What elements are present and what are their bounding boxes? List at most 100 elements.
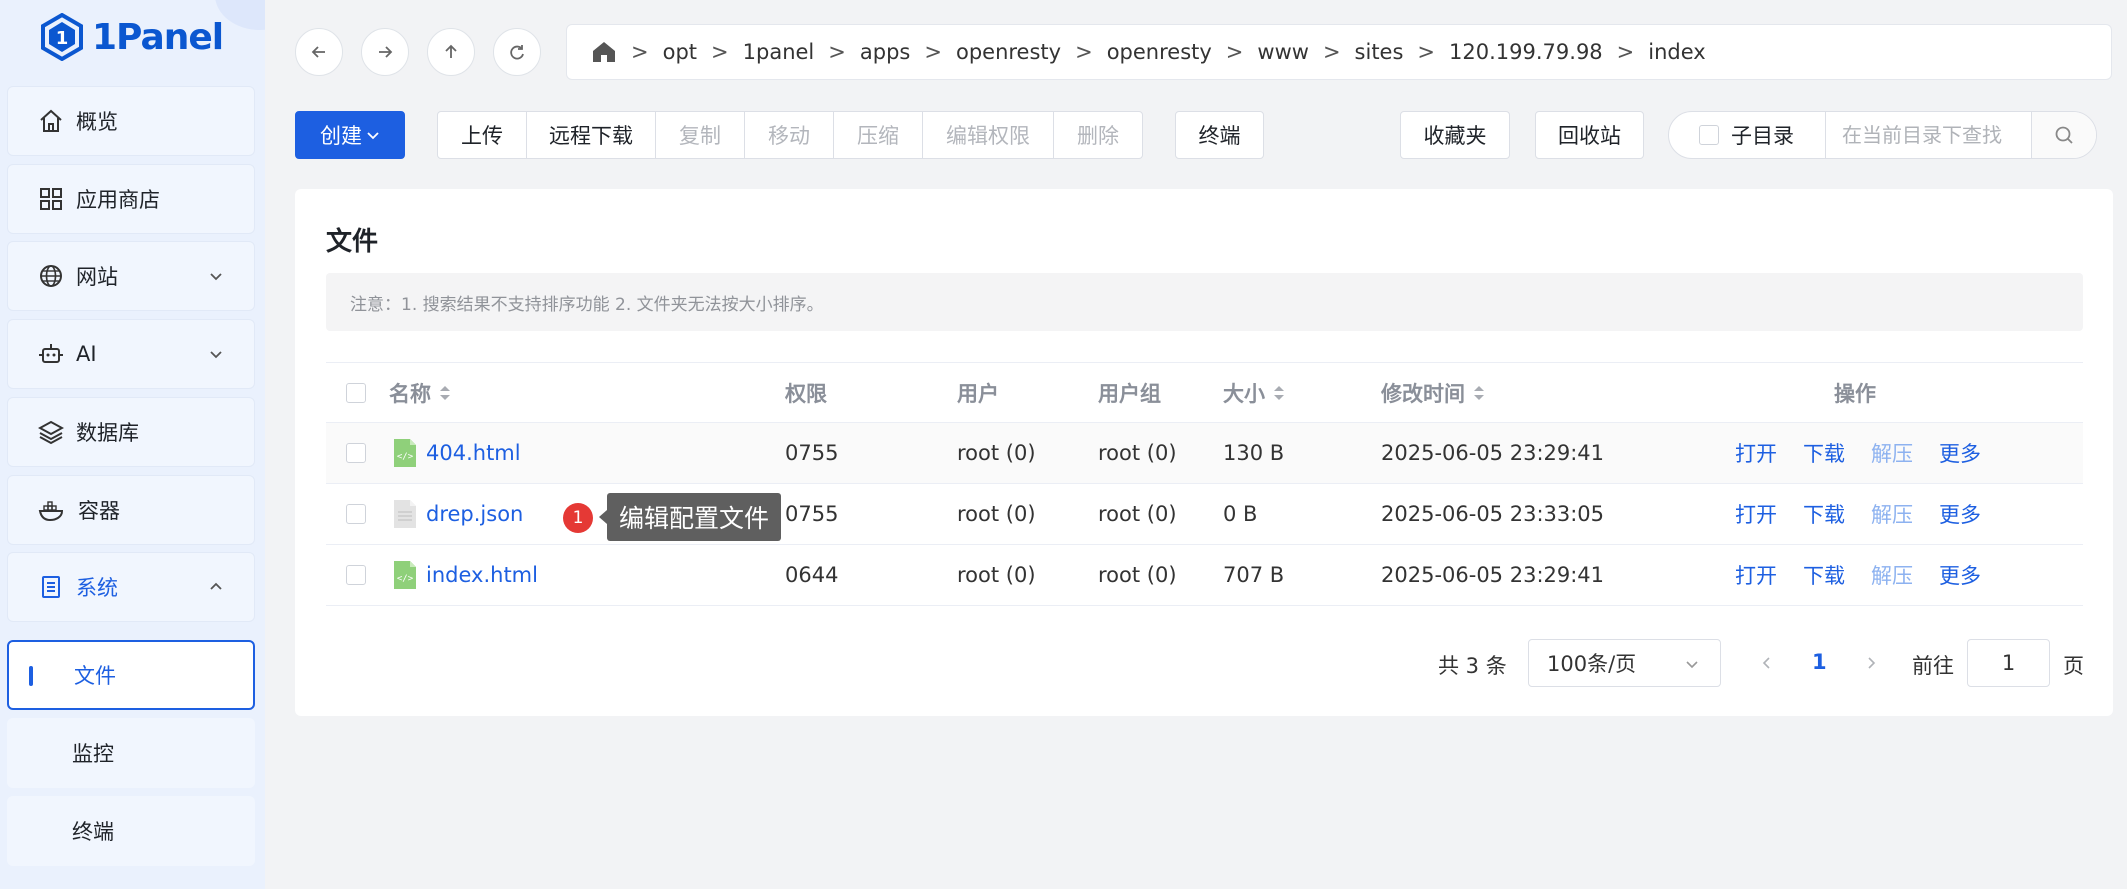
file-user[interactable]: root (0) — [957, 484, 1036, 544]
sidebar-item-label: 监控 — [72, 742, 114, 766]
more-action[interactable]: 更多 — [1939, 499, 1981, 529]
selected-indicator — [29, 666, 33, 686]
subdirectory-checkbox[interactable] — [1699, 125, 1719, 145]
sidebar-item-label: 终端 — [72, 820, 114, 844]
file-group[interactable]: root (0) — [1098, 423, 1177, 483]
sidebar-item-website[interactable]: 网站 — [7, 241, 255, 311]
sidebar-item-container[interactable]: 容器 — [7, 475, 255, 545]
svg-text:</>: </> — [397, 452, 414, 462]
sidebar-item-overview[interactable]: 概览 — [7, 86, 255, 156]
breadcrumb-item[interactable]: apps — [860, 40, 910, 64]
file-name-link[interactable]: 404.html — [426, 441, 521, 465]
edit-permission-button[interactable]: 编辑权限 — [922, 111, 1054, 159]
page-size-select[interactable]: 100条/页 — [1528, 639, 1721, 687]
sidebar-item-app-store[interactable]: 应用商店 — [7, 164, 255, 234]
row-checkbox[interactable] — [346, 504, 366, 524]
breadcrumb-item[interactable]: index — [1648, 40, 1705, 64]
column-label: 大小 — [1223, 381, 1265, 406]
extract-action[interactable]: 解压 — [1871, 560, 1913, 590]
recycle-bin-button[interactable]: 回收站 — [1535, 111, 1644, 159]
goto-page-input[interactable] — [1967, 639, 2050, 687]
breadcrumb-item[interactable]: 120.199.79.98 — [1449, 40, 1603, 64]
column-mtime[interactable]: 修改时间 — [1381, 363, 1485, 422]
download-action[interactable]: 下载 — [1803, 438, 1845, 468]
more-action[interactable]: 更多 — [1939, 438, 1981, 468]
file-name-link[interactable]: index.html — [426, 563, 538, 587]
breadcrumb-item[interactable]: www — [1257, 40, 1309, 64]
breadcrumb-item[interactable]: openresty — [956, 40, 1061, 64]
row-checkbox[interactable] — [346, 443, 366, 463]
forward-button[interactable] — [361, 28, 409, 76]
column-name[interactable]: 名称 — [389, 363, 451, 422]
back-button[interactable] — [295, 28, 343, 76]
current-page[interactable]: 1 — [1812, 650, 1827, 674]
upload-button[interactable]: 上传 — [437, 111, 527, 159]
file-name-link[interactable]: drep.json — [426, 502, 523, 526]
column-size[interactable]: 大小 — [1223, 363, 1285, 422]
sidebar-item-label: 概览 — [76, 110, 118, 134]
column-group: 用户组 — [1098, 381, 1161, 406]
html-file-icon: </> — [394, 439, 416, 467]
extract-action[interactable]: 解压 — [1871, 438, 1913, 468]
file-user[interactable]: root (0) — [957, 423, 1036, 483]
search-input[interactable] — [1826, 112, 2031, 158]
file-permission[interactable]: 0755 — [785, 423, 838, 483]
pagination: 共 3 条 100条/页 1 前往 页 — [295, 639, 2113, 687]
table-header: 名称 权限 用户 用户组 大小 修改时间 操作 — [326, 362, 2083, 423]
file-permission[interactable]: 0755 — [785, 484, 838, 544]
sidebar-subitem-terminal[interactable]: 终端 — [7, 796, 255, 866]
remote-download-button[interactable]: 远程下载 — [526, 111, 656, 159]
column-permission: 权限 — [785, 381, 827, 406]
copy-button[interactable]: 复制 — [655, 111, 745, 159]
open-action[interactable]: 打开 — [1735, 560, 1777, 590]
refresh-button[interactable] — [493, 28, 541, 76]
breadcrumb-item[interactable]: opt — [663, 40, 697, 64]
breadcrumb-item[interactable]: openresty — [1107, 40, 1212, 64]
file-permission[interactable]: 0644 — [785, 545, 838, 605]
favorites-button[interactable]: 收藏夹 — [1400, 111, 1510, 159]
compress-button[interactable]: 压缩 — [833, 111, 923, 159]
notice-banner: 注意：1. 搜索结果不支持排序功能 2. 文件夹无法按大小排序。 — [326, 273, 2083, 331]
search-button[interactable] — [2031, 112, 2096, 158]
terminal-button[interactable]: 终端 — [1175, 111, 1264, 159]
select-all-checkbox[interactable] — [346, 382, 366, 403]
file-size: 130 B — [1223, 441, 1285, 465]
prev-page-icon[interactable] — [1759, 655, 1775, 671]
app-logo[interactable]: 1 1Panel — [40, 12, 224, 62]
file-group[interactable]: root (0) — [1098, 545, 1177, 605]
breadcrumb-item[interactable]: 1panel — [743, 40, 815, 64]
subdirectory-toggle[interactable]: 子目录 — [1669, 112, 1826, 158]
sidebar-item-database[interactable]: 数据库 — [7, 397, 255, 467]
more-action[interactable]: 更多 — [1939, 560, 1981, 590]
sidebar-item-ai[interactable]: AI — [7, 319, 255, 389]
download-action[interactable]: 下载 — [1803, 499, 1845, 529]
sidebar-subitem-monitor[interactable]: 监控 — [7, 718, 255, 788]
breadcrumb-item[interactable]: sites — [1355, 40, 1404, 64]
open-action[interactable]: 打开 — [1735, 499, 1777, 529]
file-user[interactable]: root (0) — [957, 545, 1036, 605]
up-button[interactable] — [427, 28, 475, 76]
delete-button[interactable]: 删除 — [1053, 111, 1143, 159]
grid-icon — [40, 188, 62, 210]
chevron-down-icon — [210, 351, 222, 359]
column-actions: 操作 — [1834, 381, 1876, 406]
move-button[interactable]: 移动 — [744, 111, 834, 159]
sidebar-item-system[interactable]: 系统 — [7, 552, 255, 622]
arrow-left-icon — [311, 46, 325, 58]
tooltip: 编辑配置文件 — [598, 493, 782, 541]
breadcrumb-separator: > — [1417, 40, 1436, 64]
row-checkbox[interactable] — [346, 565, 366, 585]
file-group[interactable]: root (0) — [1098, 484, 1177, 544]
home-icon[interactable] — [591, 39, 617, 65]
create-button[interactable]: 创建 — [295, 111, 405, 159]
download-action[interactable]: 下载 — [1803, 560, 1845, 590]
arrow-right-icon — [379, 46, 393, 58]
next-page-icon[interactable] — [1863, 655, 1879, 671]
extract-action[interactable]: 解压 — [1871, 499, 1913, 529]
document-file-icon — [394, 500, 416, 528]
column-user: 用户 — [957, 381, 999, 406]
open-action[interactable]: 打开 — [1735, 438, 1777, 468]
table-row: </> 404.html 0755 root (0) root (0) 130 … — [326, 423, 2083, 484]
sidebar-subitem-files[interactable]: 文件 — [7, 640, 255, 710]
logo-hex-icon: 1 — [41, 13, 83, 61]
